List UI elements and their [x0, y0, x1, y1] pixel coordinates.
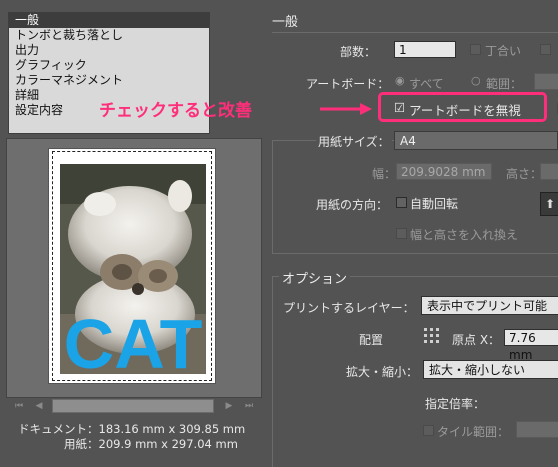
category-item-color-management[interactable]: カラーマネジメント: [9, 73, 209, 88]
collate-checkbox[interactable]: [470, 44, 481, 55]
origin-x-input[interactable]: 7.76 mm: [504, 329, 558, 362]
scroll-track[interactable]: [52, 399, 214, 413]
placement-label: 配置: [359, 333, 384, 347]
scale-factor-label: 指定倍率：: [425, 397, 486, 411]
height-input[interactable]: [540, 163, 558, 180]
scroll-prev-icon[interactable]: ◀: [34, 399, 44, 413]
swap-dimensions-label: 幅と高さを入れ換え: [410, 228, 519, 242]
origin-x-label: 原点 X：: [452, 333, 501, 347]
category-item-graphics[interactable]: グラフィック: [9, 58, 209, 73]
auto-rotate-checkbox[interactable]: [396, 197, 407, 208]
scroll-last-icon[interactable]: ⏭: [244, 399, 254, 413]
category-item-general[interactable]: 一般: [9, 13, 209, 28]
paper-size-select[interactable]: A4: [394, 131, 558, 150]
scroll-first-icon[interactable]: ⏮: [14, 399, 24, 413]
copies-input[interactable]: 1: [394, 41, 456, 58]
swap-dimensions-checkbox[interactable]: [396, 228, 407, 239]
artboard-label: アートボード：: [306, 77, 390, 91]
artboard-range-radio[interactable]: ○: [471, 74, 481, 87]
artboard-range-label: 範囲：: [486, 77, 523, 91]
scroll-next-icon[interactable]: ▶: [224, 399, 234, 413]
scale-label: 拡大・縮小：: [346, 365, 419, 379]
artboard-all-label: すべて: [409, 77, 444, 91]
placement-grid-icon[interactable]: [423, 327, 441, 345]
artboard-all-radio[interactable]: ◉: [395, 74, 405, 87]
category-item-output[interactable]: 出力: [9, 43, 209, 58]
preview-scrollbar[interactable]: ⏮ ◀ ▶ ⏭: [14, 399, 256, 413]
paper-size-label: 用紙サイズ：: [316, 133, 392, 150]
print-layers-label: プリントするレイヤー：: [283, 301, 415, 315]
width-input[interactable]: 209.9028 mm: [396, 163, 492, 180]
tile-range-label: タイル範囲：: [437, 425, 510, 439]
height-label: 高さ：: [506, 167, 543, 181]
width-label: 幅：: [372, 167, 397, 181]
print-layers-select[interactable]: 表示中でプリント可能: [421, 296, 558, 315]
preview-cat-text: CAT: [60, 300, 206, 383]
document-size-text: ドキュメント：183.16 mm x 309.85 mm: [18, 422, 246, 436]
collate-label: 丁合い: [485, 44, 522, 58]
orientation-label: 用紙の方向：: [316, 198, 389, 212]
ignore-artboard-check-icon[interactable]: ☑: [394, 100, 405, 115]
orientation-portrait-icon[interactable]: ⬆: [540, 192, 558, 216]
category-item-marks-bleed[interactable]: トンボと裁ち落とし: [9, 28, 209, 43]
cat-text-glyphs: CAT: [64, 305, 203, 374]
tile-range-input[interactable]: [516, 421, 558, 438]
general-header: 一般: [272, 15, 299, 30]
scale-select[interactable]: 拡大・縮小しない: [423, 360, 558, 379]
auto-rotate-label: 自動回転: [410, 197, 459, 211]
reverse-order-checkbox[interactable]: [540, 44, 551, 55]
copies-label: 部数：: [340, 45, 377, 59]
ignore-artboard-label: アートボードを無視: [409, 103, 521, 118]
callout-text: チェックすると改善: [99, 101, 252, 121]
tile-range-checkbox[interactable]: [423, 425, 434, 436]
artboard-range-input[interactable]: [534, 73, 558, 90]
callout-arrow-icon: [320, 103, 372, 115]
paper-size-text: 用紙：209.9 mm x 297.04 mm: [64, 437, 238, 451]
options-header: オプション: [279, 268, 351, 287]
